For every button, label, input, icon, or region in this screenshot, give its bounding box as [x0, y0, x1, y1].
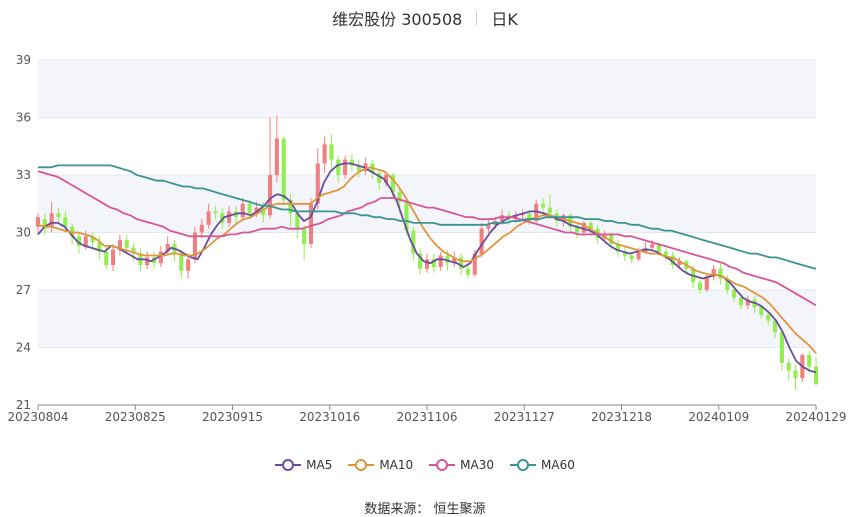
candle-body [274, 138, 279, 175]
x-tick-label: 20230804 [7, 410, 68, 424]
candle-body [124, 240, 129, 248]
legend-item-ma5[interactable]: MA5 [275, 458, 332, 472]
x-tick-label: 20231106 [396, 410, 457, 424]
candle-body [56, 213, 61, 218]
candle-body [240, 203, 245, 218]
x-tick-label: 20230825 [105, 410, 166, 424]
candle-body [779, 332, 784, 363]
chart-legend: MA5 MA10 MA30 MA60 [0, 458, 850, 472]
candle-body [650, 244, 655, 248]
x-tick-label: 20231016 [299, 410, 360, 424]
kline-chart: 2124273033363920230804 20230825 20230915 20… [7, 53, 846, 424]
candle-body [438, 255, 443, 267]
candle-body [540, 203, 546, 208]
legend-marker-icon [429, 459, 456, 471]
y-tick-label: 30 [16, 226, 31, 240]
candle-body [629, 255, 634, 260]
candle-body [786, 362, 791, 371]
candle-body [308, 203, 314, 244]
candle-body [83, 236, 88, 246]
candle-body [732, 290, 737, 298]
y-tick-label: 24 [16, 341, 31, 355]
x-tick-label: 20230915 [202, 410, 263, 424]
candle-body [697, 282, 703, 290]
candle-body [267, 175, 273, 216]
candle-body [813, 366, 819, 384]
candle-body [793, 370, 798, 379]
candle-body [104, 251, 109, 266]
candle-body [206, 211, 211, 225]
candle-body [663, 251, 668, 256]
candle-body [199, 224, 204, 233]
candle-body [49, 213, 54, 227]
candle-body [227, 211, 232, 223]
candle-body [247, 203, 252, 214]
x-tick-label: 20240129 [785, 410, 846, 424]
y-tick-label: 27 [16, 283, 31, 297]
y-tick-label: 39 [16, 53, 31, 67]
candle-body [738, 297, 743, 306]
legend-item-ma30[interactable]: MA30 [429, 458, 494, 472]
candle-body [329, 144, 334, 160]
candle-body [547, 207, 552, 214]
x-tick-label: 20240109 [688, 410, 749, 424]
legend-marker-icon [510, 459, 537, 471]
candle-body [424, 259, 430, 269]
candle-body [807, 355, 812, 367]
legend-item-ma10[interactable]: MA10 [348, 458, 413, 472]
candle-body [636, 251, 641, 260]
candle-body [479, 228, 484, 254]
candle-body [302, 228, 307, 244]
legend-label: MA10 [379, 458, 414, 472]
legend-item-ma60[interactable]: MA60 [510, 458, 575, 472]
candle-body [111, 249, 116, 266]
candle-body [343, 159, 348, 175]
candle-body [766, 314, 771, 321]
x-tick-label: 20231127 [494, 410, 555, 424]
candle-body [213, 211, 218, 214]
candle-body [322, 144, 327, 164]
grid-band [38, 290, 816, 348]
y-tick-label: 33 [16, 168, 31, 182]
data-source: 数据来源： 恒生聚源 [364, 502, 486, 517]
candle-body [465, 268, 470, 275]
x-tick-label: 20231218 [591, 410, 652, 424]
legend-marker-icon [348, 459, 375, 471]
y-tick-label: 36 [16, 111, 31, 125]
legend-label: MA30 [460, 458, 495, 472]
candle-body [336, 159, 341, 175]
legend-marker-icon [275, 459, 302, 471]
candle-body [179, 253, 184, 271]
candle-body [186, 259, 191, 271]
legend-label: MA5 [306, 458, 333, 472]
grid-band [38, 60, 816, 118]
legend-label: MA60 [541, 458, 575, 472]
candle-body [281, 138, 286, 200]
